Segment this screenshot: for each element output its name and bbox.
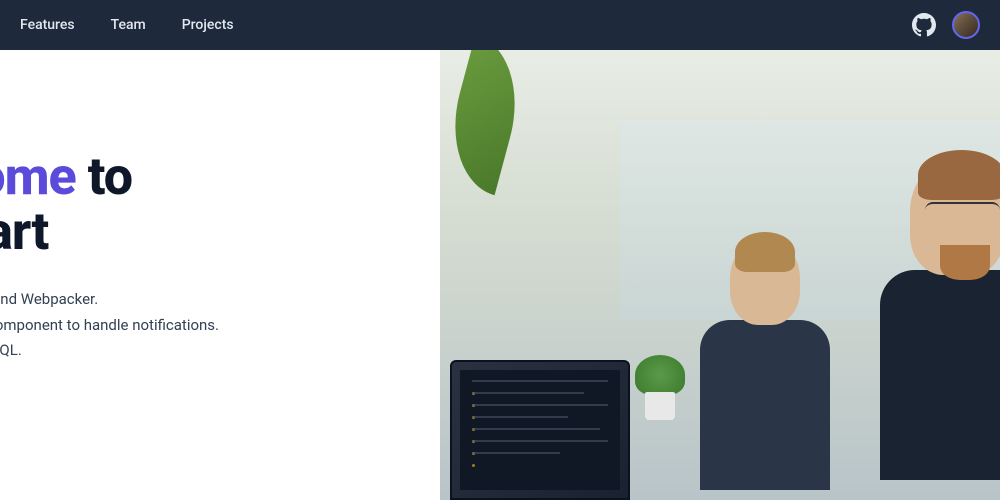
hero-bullet: ailwind CSS and Webpacker. bbox=[0, 287, 440, 313]
nav-link-features[interactable]: Features bbox=[20, 17, 75, 33]
leaf-decoration bbox=[440, 50, 533, 195]
person-illustration bbox=[860, 160, 1000, 500]
laptop-illustration bbox=[450, 360, 630, 500]
github-icon[interactable] bbox=[912, 13, 936, 37]
hero-bullet: esome. bbox=[0, 364, 440, 390]
nav-links: Features Team Projects bbox=[20, 17, 234, 33]
person-illustration bbox=[690, 240, 840, 500]
hero-description: ailwind CSS and Webpacker. s and view_co… bbox=[0, 287, 440, 389]
avatar[interactable] bbox=[952, 11, 980, 39]
navbar: Features Team Projects bbox=[0, 0, 1000, 50]
title-to: to bbox=[88, 146, 132, 207]
hero-image: Signed in successfully. × bbox=[440, 50, 1000, 500]
hero-left: elcome to kStart ailwind CSS and Webpack… bbox=[0, 50, 440, 500]
title-line2: kStart bbox=[0, 201, 48, 262]
plant-illustration bbox=[635, 360, 685, 420]
nav-link-projects[interactable]: Projects bbox=[182, 17, 234, 33]
title-accent: elcome bbox=[0, 146, 76, 207]
nav-right bbox=[912, 11, 980, 39]
main: elcome to kStart ailwind CSS and Webpack… bbox=[0, 50, 1000, 500]
hero-title: elcome to kStart bbox=[0, 150, 440, 259]
nav-link-team[interactable]: Team bbox=[111, 17, 146, 33]
hero-bullet: and PostgreSQL. bbox=[0, 338, 440, 364]
hero-bullet: s and view_component to handle notificat… bbox=[0, 313, 440, 339]
